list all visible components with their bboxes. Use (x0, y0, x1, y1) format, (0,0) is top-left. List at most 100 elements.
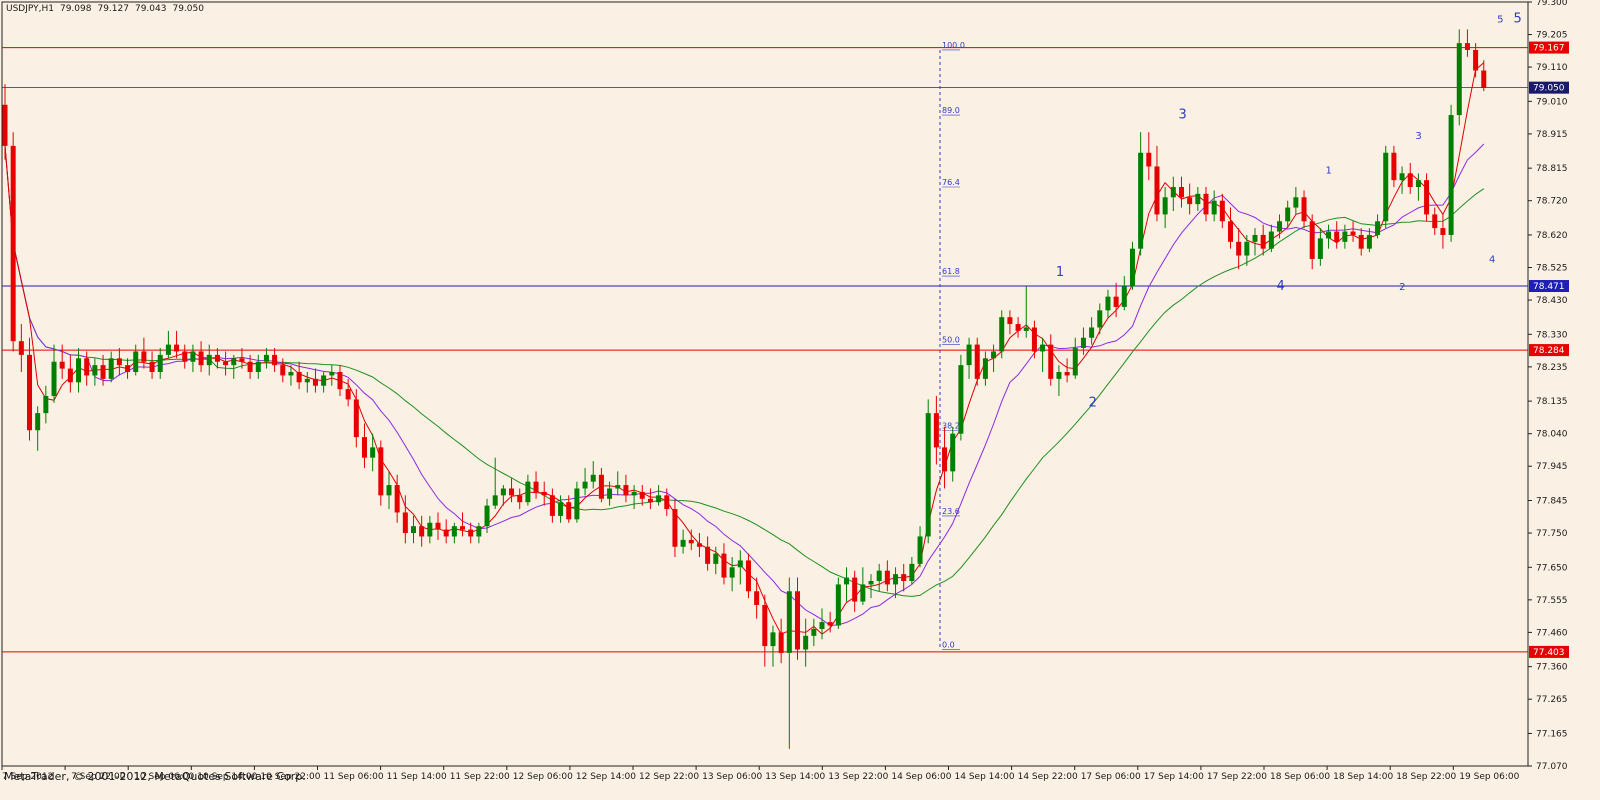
candle-body (754, 591, 760, 605)
candle-body (664, 495, 670, 510)
fibonacci-level-label: 89.0 (942, 106, 960, 115)
candle-body (509, 488, 515, 496)
y-tick-label: 78.720 (1536, 197, 1568, 207)
high-value: 79.127 (97, 4, 129, 14)
candle-body (312, 378, 318, 386)
candle-body (647, 498, 653, 503)
candle-body (1326, 231, 1332, 239)
candle-body (1236, 241, 1242, 256)
x-tick-label: 13 Sep 06:00 (702, 772, 762, 782)
candle-body (1375, 221, 1381, 235)
candle-body (958, 365, 964, 434)
candle-body (933, 413, 939, 448)
candle-body (1031, 327, 1037, 352)
candle-body (206, 354, 212, 366)
candle-body (566, 502, 572, 520)
open-value: 79.098 (59, 4, 92, 14)
candle-body (966, 344, 972, 366)
candle-body (321, 375, 327, 386)
candle-body (435, 522, 441, 530)
y-tick-label: 78.620 (1536, 231, 1568, 241)
candle-body (1285, 207, 1291, 222)
candle-body (1138, 152, 1144, 249)
candle-body (500, 488, 506, 496)
candle-body (1089, 327, 1095, 338)
candle-body (1228, 221, 1233, 242)
candle-body (329, 372, 335, 376)
candle-body (762, 604, 768, 647)
fast-moving-average-line (4, 62, 1485, 635)
elliott-wave-label: 1 (1056, 265, 1064, 280)
candle-body (794, 591, 800, 650)
x-tick-label: 17 Sep 14:00 (1144, 772, 1204, 782)
candle-body (925, 413, 931, 537)
candle-body (541, 491, 547, 496)
candle-body (84, 358, 90, 376)
candle-body (1178, 187, 1184, 198)
candle-body (402, 512, 408, 534)
y-tick-label: 79.110 (1536, 63, 1568, 73)
candle-body (1211, 200, 1217, 215)
candle-body (386, 485, 392, 496)
candle-body (1203, 193, 1209, 215)
x-tick-label: 11 Sep 06:00 (324, 772, 384, 782)
elliott-wave-label: 4 (1489, 254, 1495, 265)
price-level-label: 78.471 (1533, 282, 1565, 292)
candle-body (1277, 221, 1283, 232)
candle-body (288, 372, 294, 376)
candle-body (1456, 43, 1462, 116)
candle-body (713, 553, 719, 564)
candle-body (353, 399, 359, 438)
candle-body (1407, 173, 1413, 188)
x-tick-label: 14 Sep 14:00 (955, 772, 1015, 782)
candle-body (1366, 234, 1372, 249)
candle-body (1399, 173, 1405, 181)
y-tick-label: 77.845 (1536, 496, 1568, 506)
x-tick-label: 12 Sep 22:00 (639, 772, 699, 782)
y-tick-label: 77.165 (1536, 729, 1568, 739)
candle-body (696, 543, 702, 547)
candle-body (1129, 248, 1135, 287)
candle-body (901, 574, 907, 581)
candle-body (884, 570, 890, 585)
candle-body (1268, 231, 1274, 249)
slow-moving-average-line (4, 145, 1485, 597)
candle-body (1023, 327, 1029, 331)
y-tick-label: 79.205 (1536, 31, 1568, 41)
y-tick-label: 78.915 (1536, 130, 1568, 140)
candle-body (549, 495, 555, 516)
fibonacci-level-label: 0.0 (942, 641, 955, 650)
x-tick-label: 13 Sep 22:00 (828, 772, 888, 782)
candle-body (639, 491, 645, 499)
fibonacci-level-label: 23.6 (942, 507, 960, 516)
y-tick-label: 77.265 (1536, 695, 1568, 705)
candle-body (672, 509, 678, 547)
candle-body (590, 474, 596, 482)
candle-body (59, 361, 65, 369)
candle-body (1113, 296, 1119, 307)
candle-body (394, 485, 400, 513)
candle-body (76, 358, 82, 383)
candle-body (157, 354, 163, 373)
candle-body (778, 632, 784, 653)
candle-body (533, 481, 539, 492)
candle-body (1195, 193, 1201, 205)
candle-body (239, 358, 245, 362)
elliott-wave-label: 5 (1497, 15, 1503, 26)
candle-body (92, 365, 98, 376)
fibonacci-level-label: 61.8 (942, 267, 960, 276)
candle-body (827, 622, 833, 626)
candle-body (1097, 310, 1103, 328)
candle-body (1391, 152, 1397, 181)
price-chart[interactable]: 79.300 79.205 79.110 79.010 78.915 78.815 78.7… (0, 0, 1600, 800)
candle-body (1015, 324, 1021, 331)
candle-body (558, 502, 564, 516)
elliott-wave-label: 5 (1513, 12, 1521, 27)
chart-window: 79.300 79.205 79.110 79.010 78.915 78.815 78.7… (0, 0, 1600, 800)
candle-body (214, 354, 220, 362)
y-tick-label: 77.945 (1536, 462, 1568, 472)
x-tick-label: 12 Sep 14:00 (576, 772, 636, 782)
candle-body (149, 361, 155, 373)
candle-body (255, 361, 261, 373)
x-tick-label: 17 Sep 22:00 (1207, 772, 1267, 782)
